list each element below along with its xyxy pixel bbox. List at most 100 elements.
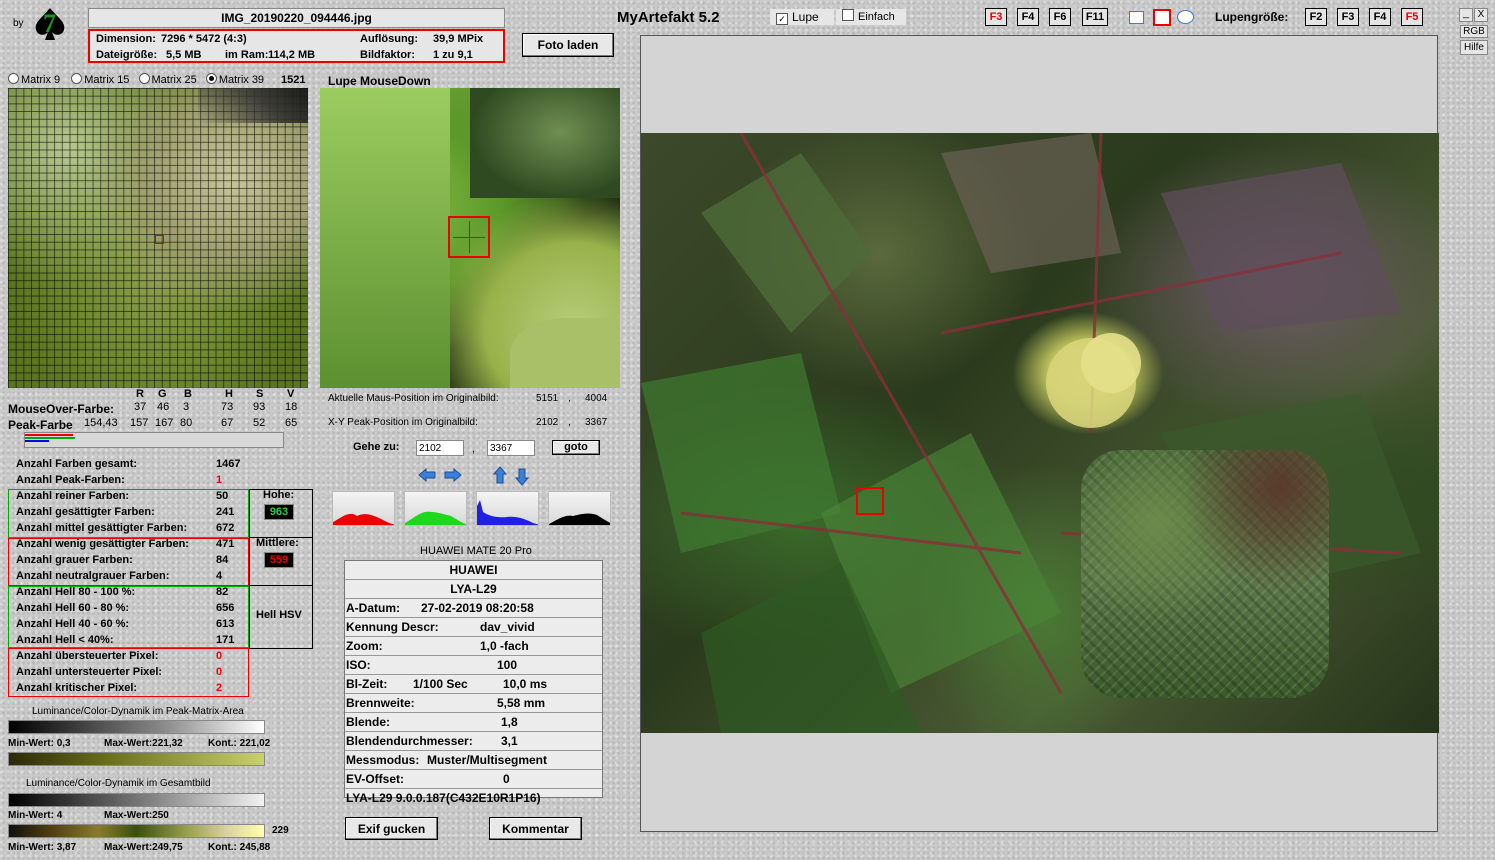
size-f2[interactable]: F2 — [1305, 8, 1327, 26]
exif-row: LYA-L29 — [345, 580, 602, 599]
peak-h: 67 — [221, 417, 234, 429]
histogram-blue — [476, 491, 539, 526]
exif-row: EV-Offset: 0 — [345, 770, 602, 789]
stat-value: 50 — [216, 490, 229, 502]
lupe-magnifier-view[interactable] — [320, 88, 620, 388]
resolution-label: Auflösung: — [360, 33, 419, 45]
exif-value: Muster/Multisegment — [427, 753, 548, 767]
exif-key: Bl-Zeit: — [346, 677, 388, 691]
color-header-b: B — [184, 388, 192, 400]
goto-y-input[interactable] — [487, 440, 535, 456]
stat-value: 171 — [216, 634, 235, 646]
lupe-label: Lupe — [792, 10, 819, 24]
peak-color-bar — [24, 432, 284, 448]
exif-value-2: 10,0 ms — [503, 677, 548, 691]
resolution-value: 39,9 MPix — [433, 33, 484, 45]
peak-v: 65 — [285, 417, 298, 429]
matrix-options: Matrix 9 Matrix 15 Matrix 25 Matrix 39 — [8, 73, 264, 86]
radio-selected-icon — [205, 73, 217, 84]
exif-key: ISO: — [346, 658, 371, 672]
exif-key: Messmodus: — [346, 753, 420, 767]
stat-value: 656 — [216, 602, 235, 614]
exif-row: Bl-Zeit: 1/100 Sec 10,0 ms — [345, 675, 602, 694]
comment-button[interactable]: Kommentar — [489, 817, 582, 840]
histogram-luminance — [548, 491, 611, 526]
fkey-f6[interactable]: F6 — [1049, 8, 1071, 26]
shape-rect-blue-icon[interactable] — [1129, 11, 1144, 24]
main-photo[interactable] — [641, 133, 1439, 733]
matrix-option-9[interactable]: Matrix 9 — [8, 73, 60, 86]
stat-label: Anzahl reiner Farben: — [16, 490, 130, 502]
stat-value: 2 — [216, 682, 223, 694]
goto-label: Gehe zu: — [353, 441, 400, 453]
shape-ellipse-icon[interactable] — [1177, 10, 1194, 24]
einfach-label: Einfach — [858, 11, 895, 23]
matrix-option-15[interactable]: Matrix 15 — [71, 73, 129, 86]
arrow-left-icon[interactable] — [418, 467, 436, 485]
goto-x-input[interactable] — [416, 440, 464, 456]
peak-position-x: 2102 — [536, 417, 559, 428]
color-header-h: H — [225, 388, 233, 400]
lupe-checkbox[interactable]: ✓ Lupe — [770, 9, 834, 25]
stat-value: 0 — [216, 650, 223, 662]
exif-row: ISO: 100 — [345, 656, 602, 675]
hohe-label: Hohe: — [263, 489, 295, 501]
stat-value: 1 — [216, 474, 223, 486]
size-f3[interactable]: F3 — [1337, 8, 1359, 26]
shape-rect-red-icon[interactable] — [1153, 9, 1171, 26]
close-button[interactable]: X — [1474, 8, 1488, 22]
exif-row: Messmodus: Muster/Multisegment — [345, 751, 602, 770]
stat-label: Anzahl übersteuerter Pixel: — [16, 650, 159, 662]
hohe-value: 963 — [264, 504, 294, 520]
goto-button[interactable]: goto — [552, 440, 600, 455]
peak-max: Max-Wert:221,32 — [104, 738, 183, 749]
exif-row: LYA-L29 9.0.0.187(C432E10R1P16) — [345, 789, 602, 807]
matrix-option-25[interactable]: Matrix 25 — [138, 73, 197, 86]
arrow-right-icon[interactable] — [444, 467, 462, 485]
exif-row: Zoom: 1,0 -fach — [345, 637, 602, 656]
stat-label: Anzahl Hell 60 - 80 %: — [16, 602, 130, 614]
peak-position-y: 3367 — [585, 417, 608, 428]
total2-kont: Kont.: 245,88 — [208, 842, 271, 853]
lupe-check-icon: ✓ — [776, 13, 788, 25]
histogram-green — [404, 491, 467, 526]
minimize-button[interactable]: _ — [1459, 8, 1473, 22]
peak-position-sep: , — [568, 417, 571, 428]
stat-label: Anzahl grauer Farben: — [16, 554, 133, 566]
dimension-label: Dimension: — [96, 33, 156, 45]
mouse-position-sep: , — [568, 393, 571, 404]
mittlere-value: 559 — [264, 552, 294, 568]
mouseover-r: 37 — [134, 401, 147, 413]
peak-dynamics-title: Luminance/Color-Dynamik im Peak-Matrix-A… — [32, 706, 244, 717]
einfach-checkbox[interactable]: Einfach — [836, 9, 906, 25]
fkey-f11[interactable]: F11 — [1082, 8, 1108, 26]
stat-value: 613 — [216, 618, 235, 630]
help-button[interactable]: Hilfe — [1460, 40, 1488, 55]
mouse-position-x: 5151 — [536, 393, 559, 404]
load-photo-button[interactable]: Foto laden — [522, 33, 614, 57]
ram-label: im Ram: — [225, 49, 269, 61]
factor-label: Bildfaktor: — [360, 49, 415, 61]
fkey-f4[interactable]: F4 — [1017, 8, 1039, 26]
stat-label: Anzahl gesättigter Farben: — [16, 506, 155, 518]
stat-value: 471 — [216, 538, 235, 550]
rgb-button[interactable]: RGB — [1460, 25, 1488, 38]
stat-value: 672 — [216, 522, 235, 534]
matrix-option-39[interactable]: Matrix 39 — [205, 73, 264, 86]
stat-label: Anzahl wenig gesättigter Farben: — [16, 538, 189, 550]
exif-button[interactable]: Exif gucken — [345, 817, 438, 840]
lupe-size-label: Lupengröße: — [1215, 10, 1289, 24]
peak-position-label: X-Y Peak-Position im Originalbild: — [328, 417, 478, 428]
arrow-up-icon[interactable] — [492, 466, 508, 487]
peak-extra: 154,43 — [84, 417, 118, 429]
color-matrix-grid[interactable] — [8, 88, 308, 388]
stat-value: 241 — [216, 506, 235, 518]
exif-value: HUAWEI — [449, 563, 498, 577]
size-f4[interactable]: F4 — [1369, 8, 1391, 26]
peak-s: 52 — [253, 417, 266, 429]
size-f5[interactable]: F5 — [1401, 8, 1423, 26]
dimension-value: 7296 * 5472 (4:3) — [161, 33, 247, 45]
arrow-down-icon[interactable] — [514, 468, 530, 489]
fkey-f3[interactable]: F3 — [985, 8, 1007, 26]
exif-key: Brennweite: — [346, 696, 415, 710]
